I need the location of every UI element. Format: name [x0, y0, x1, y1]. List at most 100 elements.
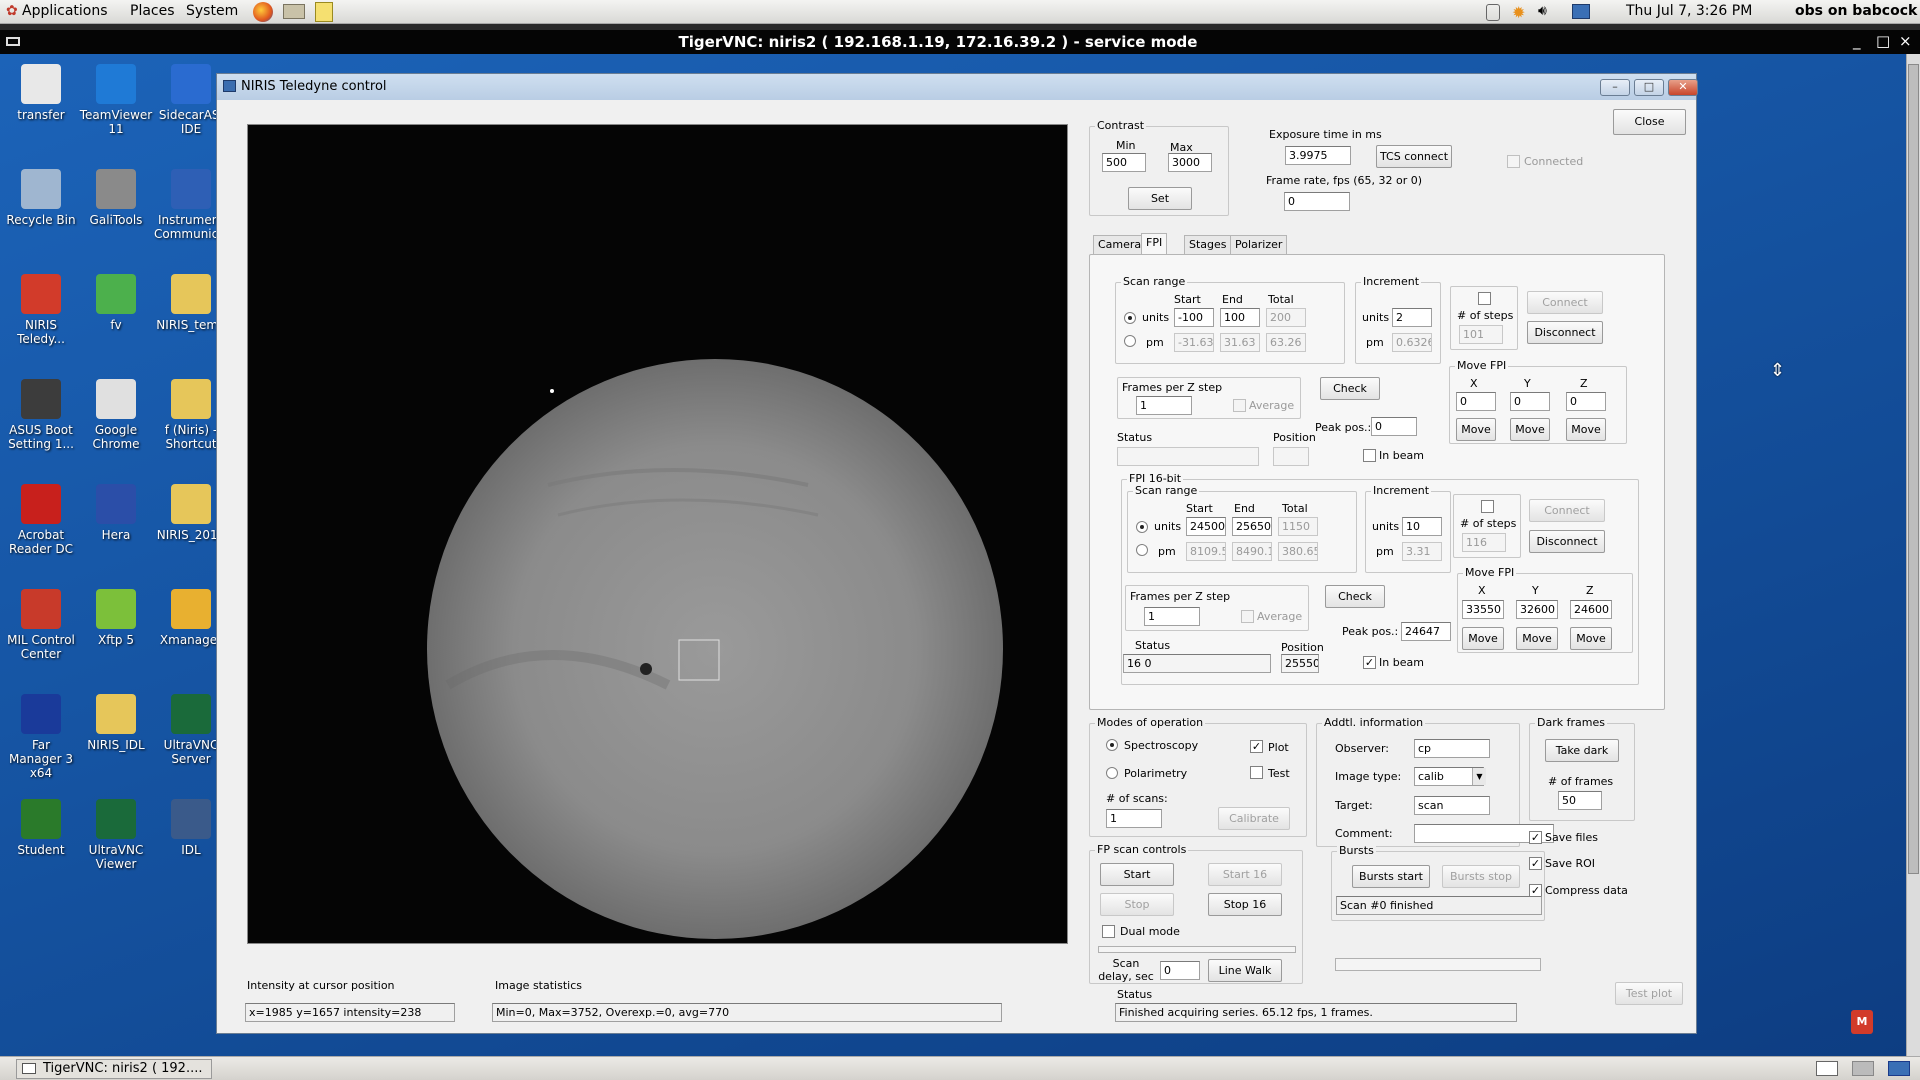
minimize-button[interactable]: – [1600, 79, 1630, 96]
desktop-icon[interactable]: NIRIS_IDL [79, 694, 153, 752]
fpi2-move-y-button[interactable]: Move [1516, 627, 1558, 650]
matlab-tray-icon[interactable]: M [1851, 1010, 1873, 1034]
tab-camera[interactable]: Camera [1093, 235, 1147, 254]
target-input[interactable]: scan [1414, 796, 1490, 815]
fpi1-start-input[interactable]: -100 [1174, 308, 1214, 327]
workspace-1[interactable] [1816, 1061, 1838, 1076]
desktop-icon[interactable]: MIL Control Center [4, 589, 78, 661]
workspace-2[interactable] [1852, 1061, 1874, 1076]
fpi2-move-y[interactable]: 32600 [1516, 600, 1558, 619]
fpi1-move-z-button[interactable]: Move [1566, 418, 1606, 441]
observer-input[interactable]: cp [1414, 739, 1490, 758]
places-menu[interactable]: Places [130, 3, 175, 19]
firefox-icon[interactable] [253, 2, 273, 22]
fpi2-peak-input[interactable]: 24647 [1401, 622, 1451, 641]
desktop-icon[interactable]: Hera [79, 484, 153, 542]
steps-checkbox[interactable] [1478, 292, 1491, 305]
units-radio[interactable] [1124, 312, 1136, 324]
camera-image[interactable] [247, 124, 1068, 944]
fpi1-peak-input[interactable]: 0 [1371, 417, 1417, 436]
desktop-icon[interactable]: Google Chrome [79, 379, 153, 451]
exposure-input[interactable]: 3.9975 [1285, 146, 1351, 165]
scan-stop16-button[interactable]: Stop 16 [1208, 893, 1282, 916]
tcs-connect-button[interactable]: TCS connect [1376, 145, 1452, 168]
fpi2-move-x-button[interactable]: Move [1462, 627, 1504, 650]
framerate-input[interactable]: 0 [1284, 192, 1350, 211]
scan-stop-button[interactable]: Stop [1100, 893, 1174, 916]
units-radio[interactable] [1136, 521, 1148, 533]
vnc-close-button[interactable]: × [1899, 32, 1912, 50]
pm-radio[interactable] [1136, 544, 1148, 556]
fpi2-move-x[interactable]: 33550 [1462, 600, 1504, 619]
fpi1-end-input[interactable]: 100 [1220, 308, 1260, 327]
fpi1-disconnect-button[interactable]: Disconnect [1527, 321, 1603, 344]
fpi2-check-button[interactable]: Check [1325, 585, 1385, 608]
chevron-down-icon[interactable]: ▼ [1472, 768, 1486, 785]
tray-device-icon[interactable] [1486, 4, 1500, 21]
user-name[interactable]: obs on babcock [1795, 3, 1917, 19]
desktop-icon[interactable]: Student [4, 799, 78, 857]
dark-frames-input[interactable]: 50 [1558, 791, 1602, 810]
test-plot-button[interactable]: Test plot [1615, 982, 1683, 1005]
steps-checkbox[interactable] [1481, 500, 1494, 513]
desktop-icon[interactable]: NIRIS Teledy... [4, 274, 78, 346]
bursts-stop-button[interactable]: Bursts stop [1442, 865, 1520, 888]
spectroscopy-radio[interactable] [1106, 739, 1118, 751]
tab-fpi[interactable]: FPI [1141, 233, 1168, 254]
close-button[interactable]: Close [1613, 109, 1686, 135]
close-window-button[interactable]: ✕ [1668, 79, 1698, 96]
fpi2-connect-button[interactable]: Connect [1529, 499, 1605, 522]
take-dark-button[interactable]: Take dark [1545, 739, 1619, 762]
contrast-max-input[interactable]: 3000 [1168, 153, 1212, 172]
scan-start-button[interactable]: Start [1100, 863, 1174, 886]
clock[interactable]: Thu Jul 7, 3:26 PM [1626, 3, 1752, 19]
scan-delay-input[interactable]: 0 [1160, 961, 1200, 980]
line-walk-button[interactable]: Line Walk [1208, 959, 1282, 982]
desktop-icon[interactable]: Acrobat Reader DC [4, 484, 78, 556]
average-checkbox[interactable] [1241, 610, 1254, 623]
scans-input[interactable]: 1 [1106, 809, 1162, 828]
fpi2-move-z-button[interactable]: Move [1570, 627, 1612, 650]
test-checkbox[interactable] [1250, 766, 1263, 779]
desktop-icon[interactable]: Recycle Bin [4, 169, 78, 227]
maximize-button[interactable]: □ [1634, 79, 1664, 96]
system-menu[interactable]: System [186, 3, 238, 19]
fpi1-move-x-button[interactable]: Move [1456, 418, 1496, 441]
fpi1-move-y-button[interactable]: Move [1510, 418, 1550, 441]
polarimetry-radio[interactable] [1106, 767, 1118, 779]
desktop-icon[interactable]: TeamViewer 11 [79, 64, 153, 136]
fpi2-increment-input[interactable]: 10 [1402, 517, 1442, 536]
volume-icon[interactable]: 🔊︎ [1538, 3, 1547, 19]
plot-checkbox[interactable]: ✓ [1250, 740, 1263, 753]
bursts-start-button[interactable]: Bursts start [1352, 865, 1430, 888]
fpi2-inbeam-checkbox[interactable]: ✓ [1363, 656, 1376, 669]
tray-update-icon[interactable]: ✹ [1512, 3, 1525, 22]
desktop-icon[interactable]: Xftp 5 [79, 589, 153, 647]
contrast-min-input[interactable]: 500 [1102, 153, 1146, 172]
fpi1-frames-input[interactable]: 1 [1136, 396, 1192, 415]
notes-icon[interactable] [315, 2, 333, 22]
mail-icon[interactable] [283, 4, 305, 19]
fpi1-move-y[interactable]: 0 [1510, 392, 1550, 411]
desktop-icon[interactable]: ASUS Boot Setting 1... [4, 379, 78, 451]
applications-menu[interactable]: Applications [22, 3, 108, 19]
fpi2-end-input[interactable]: 25650 [1232, 517, 1272, 536]
vnc-maximize-button[interactable]: □ [1876, 32, 1890, 50]
desktop-icon[interactable]: GaliTools [79, 169, 153, 227]
fpi2-disconnect-button[interactable]: Disconnect [1529, 530, 1605, 553]
fpi2-frames-input[interactable]: 1 [1144, 607, 1200, 626]
tab-stages[interactable]: Stages [1184, 235, 1232, 254]
average-checkbox[interactable] [1233, 399, 1246, 412]
fpi1-move-x[interactable]: 0 [1456, 392, 1496, 411]
connected-checkbox[interactable] [1507, 155, 1520, 168]
calibrate-button[interactable]: Calibrate [1218, 807, 1290, 830]
desktop-scrollbar[interactable] [1906, 54, 1920, 1056]
vnc-minimize-button[interactable]: _ [1853, 32, 1861, 50]
desktop-icon[interactable]: fv [79, 274, 153, 332]
dual-mode-checkbox[interactable] [1102, 925, 1115, 938]
fpi1-inbeam-checkbox[interactable] [1363, 449, 1376, 462]
desktop-icon[interactable]: UltraVNC Viewer [79, 799, 153, 871]
fpi2-start-input[interactable]: 24500 [1186, 517, 1226, 536]
desktop-icon[interactable]: Far Manager 3 x64 [4, 694, 78, 780]
fpi1-increment-input[interactable]: 2 [1392, 308, 1432, 327]
